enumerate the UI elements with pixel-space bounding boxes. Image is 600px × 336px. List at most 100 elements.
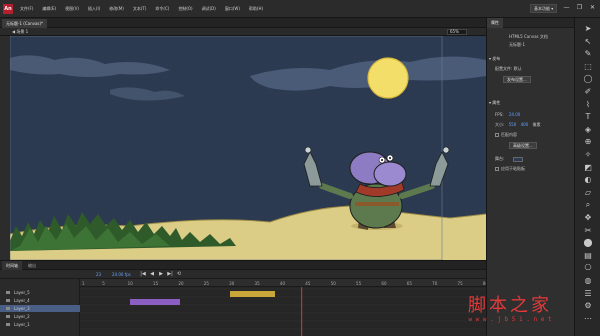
- layer-icon: [6, 299, 10, 302]
- app-logo: An: [3, 4, 13, 14]
- menu-debug[interactable]: 调试(D): [202, 5, 216, 13]
- tool-button[interactable]: ⬤: [583, 238, 593, 248]
- layer-name: Layer_2: [14, 314, 30, 319]
- layer-row[interactable]: Layer_2: [0, 313, 80, 320]
- tool-button[interactable]: ✎: [583, 49, 593, 59]
- menu-items: 文件(F) 编辑(E) 视图(V) 插入(I) 修改(M) 文本(T) 命令(C…: [20, 5, 263, 13]
- layer-list: Layer_5 Layer_4 Layer_3 Layer_2 Layer_1: [0, 279, 80, 336]
- close-button[interactable]: ✕: [589, 4, 596, 12]
- match-contents-row[interactable]: 匹配内容: [495, 132, 517, 138]
- layer-row[interactable]: Layer_5: [0, 289, 80, 296]
- timeline-fps[interactable]: 24.00 fps: [112, 271, 131, 278]
- workspace-switcher[interactable]: 基本功能 ▾: [530, 4, 558, 13]
- playback-controls: |◀ ◀ ▶ ▶| ⟲: [140, 271, 182, 278]
- layer-icon: [6, 315, 10, 318]
- stage-canvas[interactable]: [10, 36, 486, 260]
- menu-insert[interactable]: 插入(I): [88, 5, 100, 13]
- menu-bar: An 文件(F) 编辑(E) 视图(V) 插入(I) 修改(M) 文本(T) 命…: [0, 0, 600, 18]
- layer-icon: [6, 291, 10, 294]
- moon: [367, 57, 409, 99]
- tool-button[interactable]: ◈: [583, 125, 593, 135]
- menu-modify[interactable]: 修改(M): [109, 5, 124, 13]
- tool-button[interactable]: ✧: [583, 150, 593, 160]
- tool-button[interactable]: ◩: [583, 163, 593, 173]
- ruler-tick-label: 75: [458, 281, 464, 286]
- layer-row[interactable]: Layer_4: [0, 297, 80, 304]
- first-frame-button[interactable]: |◀: [140, 271, 146, 278]
- current-frame[interactable]: 23: [96, 271, 101, 278]
- size-label: 大小:: [495, 122, 505, 127]
- ruler-tick-label: 25: [204, 281, 210, 286]
- window-controls: — ❐ ✕: [563, 4, 596, 12]
- pasteboard-row[interactable]: 应用于粘贴板: [495, 166, 525, 172]
- ruler-tick-label: 50: [331, 281, 337, 286]
- frame-grid[interactable]: [80, 287, 486, 336]
- scene-breadcrumb[interactable]: ◀ 场景 1: [12, 29, 28, 35]
- layer-row[interactable]: Layer_1: [0, 321, 80, 328]
- layer-icon: [6, 307, 10, 310]
- watermark-url: w w w . j b 5 1 . n e t: [468, 316, 552, 323]
- match-contents-checkbox[interactable]: [495, 133, 499, 137]
- menu-edit[interactable]: 编辑(E): [42, 5, 56, 13]
- stage-area[interactable]: [10, 36, 486, 260]
- menu-text[interactable]: 文本(T): [133, 5, 147, 13]
- minimize-button[interactable]: —: [563, 4, 570, 12]
- loop-button[interactable]: ⟲: [176, 271, 182, 278]
- publish-section-header[interactable]: ▾ 发布: [489, 56, 500, 62]
- layer-name: Layer_5: [14, 290, 30, 295]
- height-value[interactable]: 400: [521, 122, 529, 127]
- tool-button[interactable]: ☰: [583, 289, 593, 299]
- properties-section-header[interactable]: ▾ 属性: [489, 100, 500, 106]
- pasteboard-label: 应用于粘贴板: [501, 166, 525, 171]
- tool-button[interactable]: T: [583, 112, 593, 122]
- tool-button[interactable]: ✂: [583, 226, 593, 236]
- menu-view[interactable]: 视图(V): [65, 5, 79, 13]
- tool-button[interactable]: ▱: [583, 188, 593, 198]
- tool-button[interactable]: ⊕: [583, 137, 593, 147]
- tool-button[interactable]: ⌕: [583, 200, 593, 210]
- timeline-panel: 时间轴 输出 23 24.00 fps |◀ ◀ ▶ ▶| ⟲ Layer_5 L…: [0, 260, 488, 336]
- watermark-title: 脚本之家: [468, 295, 552, 316]
- last-frame-button[interactable]: ▶|: [167, 271, 173, 278]
- tool-button[interactable]: ⌇: [583, 100, 593, 110]
- tool-button[interactable]: ✐: [583, 87, 593, 97]
- stage-color-swatch[interactable]: [513, 157, 523, 162]
- zoom-select[interactable]: 65%: [447, 29, 467, 35]
- tool-button[interactable]: ↖: [583, 37, 593, 47]
- tab-properties[interactable]: 属性: [487, 18, 503, 28]
- tool-button[interactable]: ⎔: [583, 263, 593, 273]
- keyframe-span: [230, 291, 275, 297]
- menu-help[interactable]: 帮助(H): [249, 5, 263, 13]
- tool-button[interactable]: ➤: [583, 24, 593, 34]
- menu-file[interactable]: 文件(F): [20, 5, 33, 13]
- width-value[interactable]: 550: [509, 122, 517, 127]
- prev-frame-button[interactable]: ◀: [149, 271, 155, 278]
- menu-commands[interactable]: 命令(C): [155, 5, 169, 13]
- tool-button[interactable]: ◯: [583, 74, 593, 84]
- advanced-settings-button[interactable]: 高级设置...: [509, 142, 537, 149]
- document-tab[interactable]: 无标题-1 (Canvas)*: [2, 19, 48, 28]
- menu-control[interactable]: 控制(O): [178, 5, 192, 13]
- tool-button[interactable]: ✥: [583, 213, 593, 223]
- timeline-toolbar: 23 24.00 fps |◀ ◀ ▶ ▶| ⟲: [0, 270, 486, 279]
- tool-button[interactable]: ⋯: [583, 314, 593, 324]
- left-panel-strip: [0, 36, 10, 260]
- play-button[interactable]: ▶: [158, 271, 164, 278]
- tool-button[interactable]: ◍: [583, 276, 593, 286]
- tool-button[interactable]: ⬚: [583, 62, 593, 72]
- tool-button[interactable]: ◐: [583, 175, 593, 185]
- tab-output[interactable]: 输出: [24, 261, 40, 270]
- publish-settings-button[interactable]: 发布设置...: [503, 76, 531, 83]
- publish-target-label: 配置文件: 默认: [495, 66, 522, 71]
- maximize-button[interactable]: ❐: [576, 4, 583, 12]
- layer-icon: [6, 323, 10, 326]
- layer-name: Layer_3: [14, 306, 30, 311]
- frame-ruler[interactable]: 15101520253035404550556065707580: [80, 279, 488, 287]
- tool-button[interactable]: ⚙: [583, 301, 593, 311]
- layer-row[interactable]: Layer_3: [0, 305, 80, 312]
- menu-window[interactable]: 窗口(W): [225, 5, 240, 13]
- fps-value[interactable]: 24.00: [509, 112, 520, 117]
- pasteboard-checkbox[interactable]: [495, 167, 499, 171]
- tool-button[interactable]: ▤: [583, 251, 593, 261]
- tab-timeline[interactable]: 时间轴: [2, 261, 22, 270]
